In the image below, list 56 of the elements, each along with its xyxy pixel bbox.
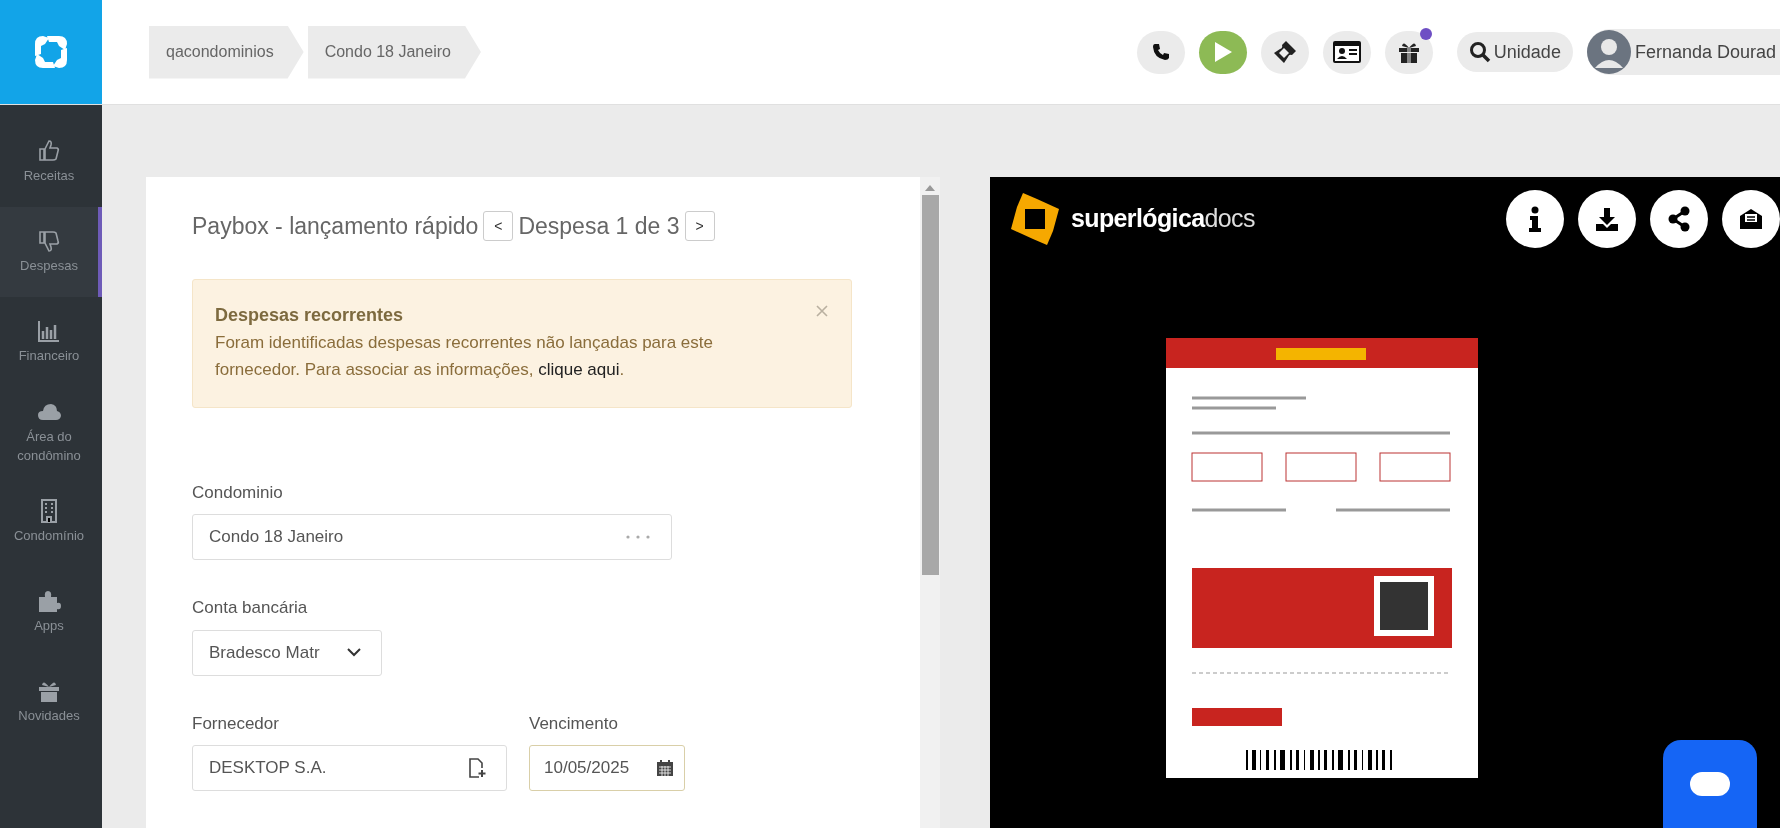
ticket-button[interactable] bbox=[1260, 30, 1309, 74]
download-button[interactable] bbox=[1578, 190, 1636, 248]
field-label: Conta bancária bbox=[192, 597, 309, 619]
field-label: Vencimento bbox=[529, 712, 619, 735]
sidebar-item[interactable]: Área do condômino bbox=[0, 387, 102, 477]
email-button[interactable] bbox=[1722, 190, 1780, 248]
id-card-icon bbox=[1331, 40, 1362, 64]
supplier-field[interactable]: DESKTOP S.A. bbox=[192, 745, 507, 791]
expense-counter: Despesa 1 de 3 bbox=[518, 212, 680, 241]
due-date-field[interactable]: 10/05/2025 bbox=[529, 745, 685, 791]
field-label: Fornecedor bbox=[192, 712, 280, 735]
brand-name: superlógicadocs bbox=[1071, 203, 1255, 235]
gift-button[interactable] bbox=[1384, 30, 1433, 74]
info-icon bbox=[1528, 206, 1542, 232]
chat-button[interactable] bbox=[1663, 740, 1757, 828]
alert-message: Foram identificadas despesas recorrentes não lançadas para este fornecedor. Para associar as informações, clique aqui. bbox=[215, 331, 714, 381]
envelope-icon bbox=[1738, 207, 1764, 231]
sidebar-item[interactable]: Apps bbox=[0, 567, 102, 657]
sidebar-item[interactable]: Receitas bbox=[0, 117, 102, 207]
search-icon bbox=[1468, 41, 1491, 63]
sidebar-item[interactable]: Novidades bbox=[0, 657, 102, 747]
scrollbar[interactable] bbox=[920, 177, 940, 828]
calendar-icon bbox=[656, 759, 674, 777]
condominium-field[interactable]: Condo 18 Janeiro bbox=[192, 514, 672, 560]
contact-card-button[interactable] bbox=[1322, 30, 1371, 74]
alert-link[interactable]: clique aqui bbox=[538, 359, 620, 379]
bar-chart-icon bbox=[37, 319, 61, 343]
avatar-silhouette-icon bbox=[1586, 30, 1631, 74]
sidebar-item[interactable]: Financeiro bbox=[0, 297, 102, 387]
puzzle-piece-icon bbox=[37, 589, 61, 613]
next-button[interactable]: > bbox=[684, 211, 715, 242]
breadcrumb-link[interactable]: Condo 18 Janeiro bbox=[307, 25, 481, 79]
share-icon bbox=[1667, 206, 1691, 232]
form-title: Paybox - lançamento rápido bbox=[192, 212, 479, 241]
play-icon bbox=[1212, 41, 1233, 63]
thumbs-down-icon bbox=[37, 229, 61, 253]
bank-account-select[interactable]: Bradesco Matr bbox=[192, 629, 382, 676]
sidebar-item[interactable]: Despesas bbox=[0, 207, 102, 297]
alert-title: Despesas recorrentes bbox=[215, 303, 405, 327]
previous-button[interactable]: < bbox=[483, 211, 514, 242]
sidebar-item[interactable]: Condomínio bbox=[0, 477, 102, 567]
breadcrumb-link[interactable]: qacondominios bbox=[149, 25, 304, 79]
unit-search-button[interactable]: Unidade bbox=[1456, 32, 1573, 72]
thumbs-up-icon bbox=[37, 139, 61, 163]
app-logo[interactable] bbox=[0, 0, 102, 104]
more-icon bbox=[625, 534, 651, 540]
field-label: Condominio bbox=[192, 481, 284, 504]
chevron-down-icon bbox=[347, 648, 361, 657]
info-button[interactable] bbox=[1506, 190, 1564, 248]
add-document-icon bbox=[468, 758, 486, 778]
scroll-up-arrow-icon bbox=[925, 185, 935, 191]
download-icon bbox=[1594, 206, 1620, 232]
phone-icon bbox=[1150, 42, 1171, 62]
share-button[interactable] bbox=[1650, 190, 1708, 248]
user-menu[interactable]: Fernanda Dourad bbox=[1586, 29, 1780, 75]
phone-button[interactable] bbox=[1136, 30, 1185, 74]
